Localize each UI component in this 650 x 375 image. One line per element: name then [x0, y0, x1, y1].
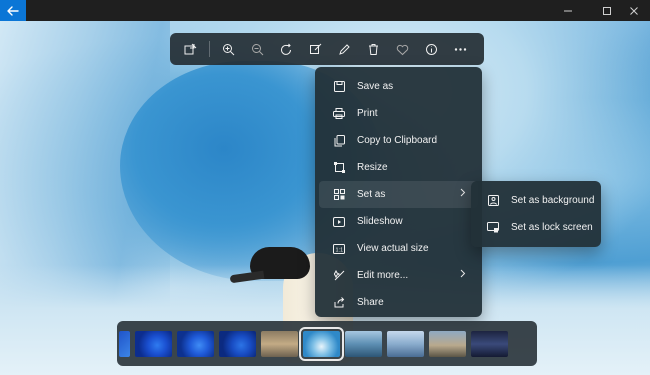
filmstrip-thumb[interactable]: [387, 330, 424, 357]
close-icon: [629, 6, 638, 15]
filmstrip-thumb[interactable]: [219, 330, 256, 357]
zoom-out-icon: [252, 43, 264, 55]
enhance-button[interactable]: [301, 37, 330, 61]
filmstrip-thumb[interactable]: [177, 330, 214, 357]
submenu-item-set-as-lock-screen[interactable]: Set as lock screen: [475, 214, 597, 241]
edit-image-button[interactable]: [176, 37, 205, 61]
image-toolbar: [170, 33, 484, 65]
menu-item-view-actual-size[interactable]: 1:1 View actual size: [319, 235, 478, 262]
draw-icon: [339, 43, 350, 55]
print-icon: [331, 106, 347, 122]
copy-icon: [331, 133, 347, 149]
lock-screen-icon: [485, 220, 501, 236]
menu-item-label: Resize: [357, 162, 388, 173]
menu-item-resize[interactable]: Resize: [319, 154, 478, 181]
info-button[interactable]: [417, 37, 446, 61]
menu-item-label: Print: [357, 108, 378, 119]
menu-item-print[interactable]: Print: [319, 100, 478, 127]
actual-size-icon: 1:1: [331, 241, 347, 257]
menu-item-set-as[interactable]: Set as: [319, 181, 478, 208]
chevron-right-icon: [460, 188, 466, 200]
info-icon: [426, 43, 437, 55]
menu-item-label: Slideshow: [357, 216, 403, 227]
menu-item-label: View actual size: [357, 243, 429, 254]
favorite-icon: [396, 44, 409, 55]
menu-item-label: Set as: [357, 189, 386, 200]
favorite-button[interactable]: [388, 37, 417, 61]
menu-item-share[interactable]: Share: [319, 289, 478, 316]
toolbar-separator: [209, 41, 210, 57]
minimize-button[interactable]: [551, 0, 584, 21]
filmstrip-thumb[interactable]: [135, 330, 172, 357]
filmstrip: [117, 321, 537, 366]
submenu-item-set-as-background[interactable]: Set as background: [475, 187, 597, 214]
filmstrip-thumb[interactable]: [261, 330, 298, 357]
resize-icon: [331, 160, 347, 176]
filmstrip-thumb[interactable]: [345, 330, 382, 357]
set-as-icon: [331, 187, 347, 203]
more-button[interactable]: [446, 37, 475, 61]
zoom-in-icon: [223, 43, 235, 55]
zoom-out-button[interactable]: [243, 37, 272, 61]
enhance-icon: [310, 43, 322, 54]
filmstrip-thumb-selected[interactable]: [299, 326, 344, 361]
chevron-right-icon: [460, 269, 466, 281]
submenu-item-label: Set as lock screen: [511, 222, 593, 233]
slideshow-icon: [331, 214, 347, 230]
title-bar: [0, 0, 650, 21]
menu-item-label: Edit more...: [357, 270, 409, 281]
edit-more-icon: [331, 268, 347, 284]
more-icon: [454, 47, 467, 51]
menu-item-edit-more[interactable]: Edit more...: [319, 262, 478, 289]
zoom-in-button[interactable]: [214, 37, 243, 61]
submenu-item-label: Set as background: [511, 195, 595, 206]
delete-icon: [369, 43, 378, 55]
minimize-icon: [563, 10, 572, 11]
filmstrip-thumb[interactable]: [429, 330, 466, 357]
menu-item-label: Save as: [357, 81, 394, 92]
menu-item-save-as[interactable]: Save as: [319, 73, 478, 100]
more-options-menu: Save as Print Copy to Clipboard Resize S…: [315, 67, 482, 317]
set-as-submenu: Set as background Set as lock screen: [471, 181, 601, 247]
share-icon: [331, 295, 347, 311]
svg-text:1:1: 1:1: [336, 247, 344, 253]
menu-item-label: Share: [357, 297, 384, 308]
maximize-icon: [602, 6, 611, 15]
save-icon: [331, 79, 347, 95]
background-icon: [485, 193, 501, 209]
edit-image-icon: [184, 43, 197, 54]
filmstrip-thumb[interactable]: [119, 330, 130, 357]
close-button[interactable]: [617, 0, 650, 21]
arrow-left-icon: [7, 5, 19, 16]
menu-item-copy-to-clipboard[interactable]: Copy to Clipboard: [319, 127, 478, 154]
filmstrip-thumb[interactable]: [471, 330, 508, 357]
back-button[interactable]: [0, 0, 26, 21]
rotate-icon: [281, 43, 291, 55]
draw-button[interactable]: [330, 37, 359, 61]
menu-item-slideshow[interactable]: Slideshow: [319, 208, 478, 235]
menu-item-label: Copy to Clipboard: [357, 135, 438, 146]
delete-button[interactable]: [359, 37, 388, 61]
rotate-button[interactable]: [272, 37, 301, 61]
